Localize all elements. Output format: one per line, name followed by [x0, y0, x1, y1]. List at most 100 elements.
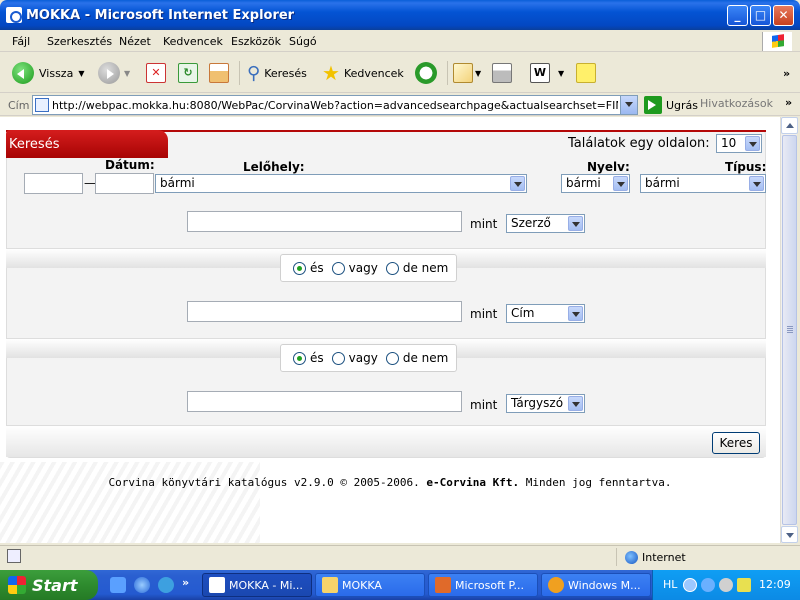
close-button[interactable]: ✕	[773, 5, 794, 26]
radio-not-2[interactable]	[385, 351, 399, 365]
favorites-button[interactable]: ★ Kedvencek	[322, 61, 404, 85]
toolbar-separator	[239, 61, 240, 85]
clock[interactable]: 12:09	[759, 578, 791, 591]
task-button-media-player[interactable]: Windows M...	[541, 573, 651, 597]
chevron-down-icon	[568, 306, 583, 321]
links-more-icon[interactable]: »	[785, 96, 792, 109]
back-dropdown-icon[interactable]: ▼	[78, 69, 84, 78]
task-button-powerpoint[interactable]: Microsoft P...	[428, 573, 538, 597]
links-label[interactable]: Hivatkozások	[700, 97, 773, 110]
search-button[interactable]: ⚲ Keresés	[247, 61, 307, 85]
date-to-input[interactable]	[95, 173, 154, 194]
start-button[interactable]: Start	[0, 570, 98, 600]
vertical-scrollbar[interactable]	[780, 117, 798, 543]
mail-dropdown-icon[interactable]: ▼	[475, 69, 481, 78]
field-select-3-value: Tárgyszó	[511, 396, 564, 410]
search-term-input-1[interactable]	[187, 211, 462, 232]
stop-button[interactable]: ✕	[146, 61, 166, 85]
word-icon: W	[530, 63, 550, 83]
scroll-down-button[interactable]	[781, 526, 798, 543]
radio-and-1[interactable]	[293, 261, 306, 275]
menu-view[interactable]: Nézet	[119, 35, 151, 48]
radio-and-2[interactable]	[293, 351, 306, 365]
task-label-3: Microsoft P...	[455, 578, 524, 592]
date-label: Dátum:	[105, 158, 155, 172]
menu-tools[interactable]: Eszközök	[231, 35, 281, 48]
language-select[interactable]: bármi	[561, 174, 630, 193]
maximize-button[interactable]: □	[750, 5, 771, 26]
menu-help[interactable]: Súgó	[289, 35, 317, 48]
go-button[interactable]: Ugrás	[644, 96, 698, 114]
start-label: Start	[32, 575, 78, 595]
web-page: Keresés Találatok egy oldalon: 10 Dátum:…	[0, 117, 780, 543]
notes-button[interactable]	[576, 61, 596, 85]
volume-icon[interactable]	[719, 578, 733, 592]
print-button[interactable]	[492, 61, 512, 85]
menu-favorites[interactable]: Kedvencek	[163, 35, 223, 48]
search-submit-button[interactable]: Keres	[712, 432, 760, 454]
task-button-mokka-ie[interactable]: MOKKA - Mi...	[202, 573, 312, 597]
chevron-down-icon	[749, 176, 764, 191]
results-per-page-value: 10	[721, 136, 737, 150]
type-value: bármi	[645, 176, 680, 190]
edit-button[interactable]: W ▼	[530, 61, 564, 85]
forward-button[interactable]: ▼	[98, 61, 130, 85]
home-icon	[209, 63, 229, 83]
field-select-3[interactable]: Tárgyszó	[506, 394, 585, 413]
submit-band	[6, 425, 766, 457]
menu-file[interactable]: Fájl	[12, 35, 30, 48]
quicklaunch-desktop-icon[interactable]	[110, 577, 126, 593]
home-button[interactable]	[209, 61, 229, 85]
search-label: Keresés	[264, 66, 307, 80]
quicklaunch-messenger-icon[interactable]	[158, 577, 174, 593]
tray-expand-icon[interactable]	[683, 578, 697, 592]
ie-task-icon	[209, 577, 225, 593]
minimize-button[interactable]: _	[727, 5, 748, 26]
security-zone: Internet	[616, 548, 800, 566]
address-input[interactable]: http://webpac.mokka.hu:8080/WebPac/Corvi…	[32, 95, 638, 115]
radio-or-1[interactable]	[331, 261, 345, 275]
page-status-icon	[7, 549, 21, 563]
search-term-input-3[interactable]	[187, 391, 462, 412]
toolbar-more-icon[interactable]: »	[783, 61, 790, 85]
mint-label-2: mint	[470, 307, 498, 321]
history-icon	[415, 62, 437, 84]
refresh-button[interactable]: ↻	[178, 61, 198, 85]
radio-not-1[interactable]	[385, 261, 399, 275]
note-icon	[576, 63, 596, 83]
address-url[interactable]: http://webpac.mokka.hu:8080/WebPac/Corvi…	[52, 99, 618, 112]
refresh-icon: ↻	[178, 63, 198, 83]
address-dropdown-icon[interactable]	[620, 96, 637, 114]
type-select[interactable]: bármi	[640, 174, 766, 193]
network-icon[interactable]	[701, 578, 715, 592]
results-per-page-select[interactable]: 10	[716, 134, 762, 153]
title-bar: MOKKA - Microsoft Internet Explorer _ □ …	[0, 0, 800, 30]
address-label: Cím	[8, 99, 30, 112]
type-label: Típus:	[725, 160, 767, 174]
search-term-input-2[interactable]	[187, 301, 462, 322]
security-shield-icon[interactable]	[737, 578, 751, 592]
menu-edit[interactable]: Szerkesztés	[47, 35, 112, 48]
powerpoint-icon	[435, 577, 451, 593]
location-value: bármi	[160, 176, 195, 190]
stop-icon: ✕	[146, 63, 166, 83]
go-label: Ugrás	[666, 98, 699, 112]
field-select-2[interactable]: Cím	[506, 304, 585, 323]
scroll-thumb[interactable]	[782, 135, 797, 525]
ie-app-icon[interactable]	[6, 7, 22, 23]
field-select-1[interactable]: Szerző	[506, 214, 585, 233]
edit-dropdown-icon[interactable]: ▼	[558, 69, 564, 78]
language-indicator[interactable]: HL	[663, 578, 677, 591]
history-button[interactable]	[415, 61, 437, 85]
radio-or-2[interactable]	[331, 351, 345, 365]
location-select[interactable]: bármi	[155, 174, 527, 193]
scroll-up-button[interactable]	[781, 117, 798, 134]
radio-or-label-2: vagy	[348, 351, 378, 365]
back-button[interactable]: Vissza ▼	[12, 61, 84, 85]
quicklaunch-more-icon[interactable]: »	[182, 576, 189, 589]
mail-button[interactable]: ▼	[453, 61, 481, 85]
date-from-input[interactable]	[24, 173, 83, 194]
task-button-mokka-folder[interactable]: MOKKA	[315, 573, 425, 597]
search-tab[interactable]: Keresés	[6, 130, 168, 158]
quicklaunch-ie-icon[interactable]	[134, 577, 150, 593]
